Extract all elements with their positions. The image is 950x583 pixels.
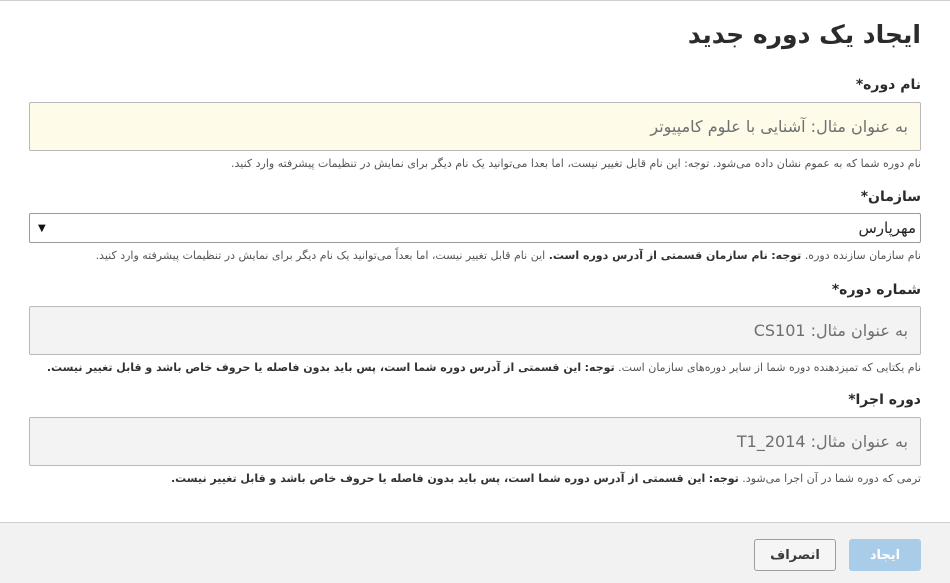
course-run-help: ترمی که دوره شما در آن اجرا می‌شود. توجه…: [171, 472, 921, 485]
organization-help-note-label: توجه:: [771, 249, 802, 262]
create-button[interactable]: ایجاد: [849, 539, 921, 571]
course-run-label: دوره اجرا*: [848, 392, 921, 408]
course-name-help: نام دوره شما که به عموم نشان داده می‌شود…: [231, 157, 921, 170]
course-name-input[interactable]: [29, 102, 921, 151]
course-number-help-bold: این قسمتی از آدرس دوره شما است، پس باید …: [46, 361, 582, 374]
course-number-help: نام یکتایی که تمیزدهنده دوره شما از سایر…: [47, 361, 921, 374]
course-number-help-note-label: توجه:: [584, 361, 615, 374]
organization-help-prefix: نام سازمان سازنده دوره.: [804, 249, 921, 262]
create-course-page: ایجاد یک دوره جدید نام دوره* نام دوره شم…: [0, 0, 950, 583]
organization-help-bold: نام سازمان قسمتی از آدرس دوره است.: [548, 249, 768, 262]
cancel-button[interactable]: انصراف: [754, 539, 836, 571]
form-actions-bar: ایجاد انصراف: [0, 522, 950, 583]
course-run-help-note-label: توجه:: [708, 472, 739, 485]
course-number-input[interactable]: [29, 306, 921, 355]
organization-selected-value: مهرپارس: [858, 219, 916, 237]
course-run-help-bold: این قسمتی از آدرس دوره شما است، پس باید …: [170, 472, 706, 485]
page-title: ایجاد یک دوره جدید: [687, 20, 921, 49]
organization-label: سازمان*: [860, 189, 921, 205]
organization-help-suffix: این نام قابل تغییر نیست، اما بعداً می‌تو…: [95, 249, 546, 262]
course-number-label: شماره دوره*: [831, 282, 921, 298]
organization-help: نام سازمان سازنده دوره. توجه: نام سازمان…: [96, 249, 921, 262]
course-run-help-prefix: ترمی که دوره شما در آن اجرا می‌شود.: [742, 472, 921, 485]
dropdown-arrow-icon: ▼: [38, 222, 46, 234]
course-run-input[interactable]: [29, 417, 921, 466]
course-name-label: نام دوره*: [855, 77, 921, 93]
organization-select[interactable]: مهرپارس ▼: [29, 213, 921, 243]
course-number-help-prefix: نام یکتایی که تمیزدهنده دوره شما از سایر…: [618, 361, 921, 374]
